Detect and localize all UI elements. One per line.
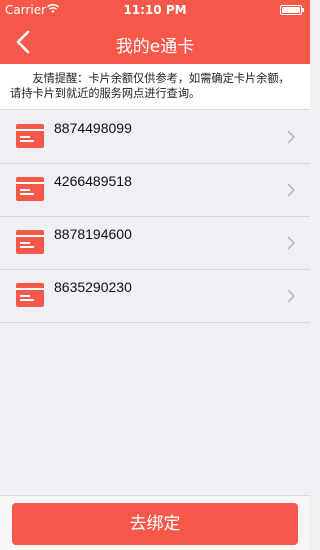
clock: 11:10 PM [123, 3, 187, 17]
card-icon [16, 177, 44, 201]
bottom-bar: 去绑定 [0, 495, 310, 550]
card-row[interactable]: 4266489518 [0, 164, 310, 217]
notice-text: 友情提醒：卡片余额仅供参考，如需确定卡片余额，请持卡片到就近的服务网点进行查询。 [0, 64, 310, 110]
card-number: 4266489518 [54, 173, 132, 189]
card-row[interactable]: 8878194600 [0, 217, 310, 270]
card-number: 8874498099 [54, 120, 132, 136]
bind-card-button[interactable]: 去绑定 [12, 503, 298, 545]
chevron-right-icon [287, 289, 295, 303]
chevron-right-icon [287, 183, 295, 197]
chevron-right-icon [287, 130, 295, 144]
card-number: 8635290230 [54, 279, 132, 295]
card-icon [16, 230, 44, 254]
card-icon [16, 283, 44, 307]
card-icon [16, 124, 44, 148]
card-list: 8874498099 4266489518 8878194600 8635290230 [0, 111, 310, 323]
battery-icon [280, 5, 304, 15]
card-row[interactable]: 8635290230 [0, 270, 310, 323]
header-bar: Carrier 11:10 PM 我的e通卡 [0, 0, 310, 64]
card-number: 8878194600 [54, 226, 132, 242]
status-bar: Carrier 11:10 PM [0, 0, 310, 20]
page-title: 我的e通卡 [115, 37, 195, 57]
chevron-right-icon [287, 236, 295, 250]
card-row[interactable]: 8874498099 [0, 111, 310, 164]
